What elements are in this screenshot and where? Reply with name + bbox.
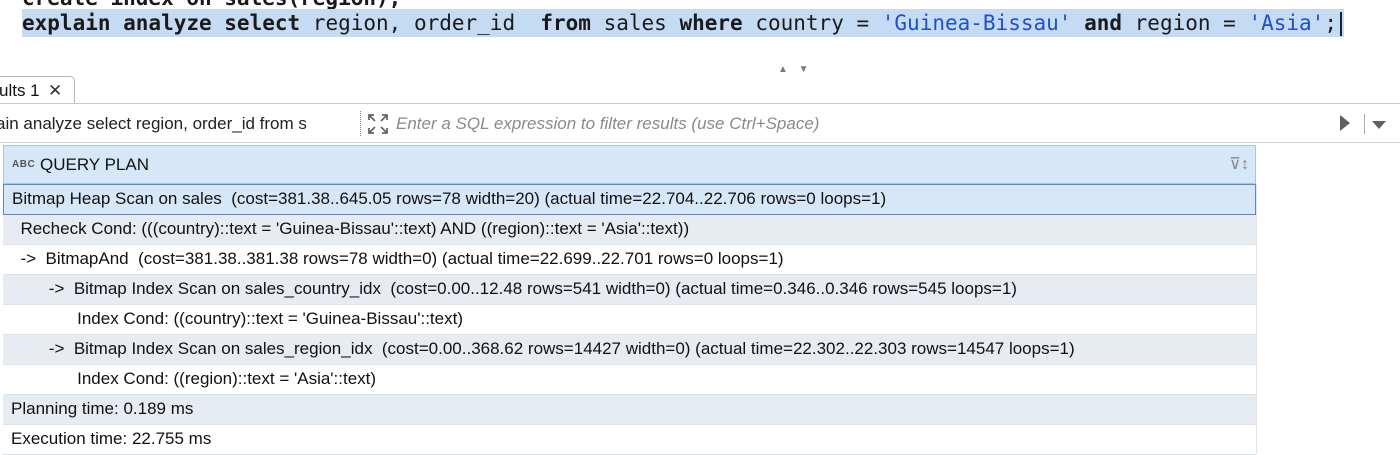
result-grid: ABC QUERY PLAN ⊽↕ Bitmap Heap Scan on sa… [0, 145, 1400, 455]
sql-token-plain: ; [1324, 11, 1337, 35]
sql-token-keyword: and [1084, 11, 1123, 35]
sql-token-keyword: from [540, 11, 591, 35]
close-icon[interactable]: ✕ [48, 77, 62, 104]
table-row[interactable]: Index Cond: ((region)::text = 'Asia'::te… [3, 365, 1256, 395]
grid-rows: Bitmap Heap Scan on sales (cost=381.38..… [3, 184, 1256, 455]
results-filter-bar: ain analyze select region, order_id from… [0, 104, 1400, 143]
column-header-label: QUERY PLAN [40, 155, 149, 174]
query-plan-cell: -> BitmapAnd (cost=381.38..381.38 rows=7… [11, 249, 784, 268]
panel-splitter-arrows-icon[interactable]: ▲ ▼ [778, 64, 813, 75]
apply-filter-icon[interactable] [1340, 115, 1350, 131]
tab-results-1-label: ults 1 [0, 81, 40, 100]
text-type-icon: ABC [12, 159, 36, 170]
table-row[interactable]: Index Cond: ((country)::text = 'Guinea-B… [3, 305, 1256, 335]
filter-sort-icon[interactable]: ⊽↕ [1229, 154, 1249, 174]
sql-token-string: 'Guinea-Bissau' [881, 11, 1072, 35]
results-tab-strip: ults 1 ✕ [0, 76, 1400, 104]
tab-results-1[interactable]: ults 1 ✕ [0, 76, 75, 103]
sql-token-plain [1071, 11, 1084, 35]
table-row[interactable]: -> Bitmap Index Scan on sales_region_idx… [3, 335, 1256, 365]
filter-input[interactable] [396, 113, 1296, 135]
sql-token-plain: country = [742, 11, 882, 35]
filter-history-dropdown-icon[interactable] [1372, 121, 1386, 129]
table-row[interactable]: Planning time: 0.189 ms [3, 395, 1256, 425]
filter-separator [360, 111, 362, 136]
query-plan-cell: Bitmap Heap Scan on sales (cost=381.38..… [12, 189, 887, 208]
filter-divider [1364, 114, 1365, 134]
sql-token-string: 'Asia' [1248, 11, 1325, 35]
query-plan-cell: Index Cond: ((region)::text = 'Asia'::te… [11, 369, 377, 388]
sql-token-plain: region = [1122, 11, 1249, 35]
sql-token-keyword: where [679, 11, 743, 35]
query-plan-cell: Recheck Cond: (((country)::text = 'Guine… [11, 219, 690, 238]
column-header-query-plan[interactable]: ABC QUERY PLAN ⊽↕ [3, 145, 1256, 184]
query-summary: ain analyze select region, order_id from… [0, 114, 307, 133]
table-row[interactable]: Bitmap Heap Scan on sales (cost=381.38..… [3, 184, 1256, 215]
sql-token-plain: sales [590, 11, 680, 35]
sql-token-plain: region, order_id [300, 11, 541, 35]
editor-line-current[interactable]: explain analyze select region, order_id … [22, 9, 1344, 37]
query-plan-cell: Index Cond: ((country)::text = 'Guinea-B… [11, 309, 463, 328]
grid-empty-area [1256, 184, 1400, 454]
table-row[interactable]: -> Bitmap Index Scan on sales_country_id… [3, 275, 1256, 305]
sql-token-keyword: explain analyze select [22, 11, 301, 35]
query-plan-cell: Execution time: 22.755 ms [11, 429, 212, 448]
expand-icon[interactable] [367, 113, 389, 135]
table-row[interactable]: Execution time: 22.755 ms [3, 425, 1256, 455]
query-plan-cell: -> Bitmap Index Scan on sales_region_idx… [11, 339, 1075, 358]
sql-editor[interactable]: create index on sales(region); explain a… [0, 0, 1400, 75]
query-plan-cell: Planning time: 0.189 ms [11, 399, 194, 418]
table-row[interactable]: -> BitmapAnd (cost=381.38..381.38 rows=7… [3, 245, 1256, 275]
query-plan-cell: -> Bitmap Index Scan on sales_country_id… [11, 279, 1017, 298]
table-row[interactable]: Recheck Cond: (((country)::text = 'Guine… [3, 215, 1256, 245]
text-caret [1339, 12, 1342, 36]
